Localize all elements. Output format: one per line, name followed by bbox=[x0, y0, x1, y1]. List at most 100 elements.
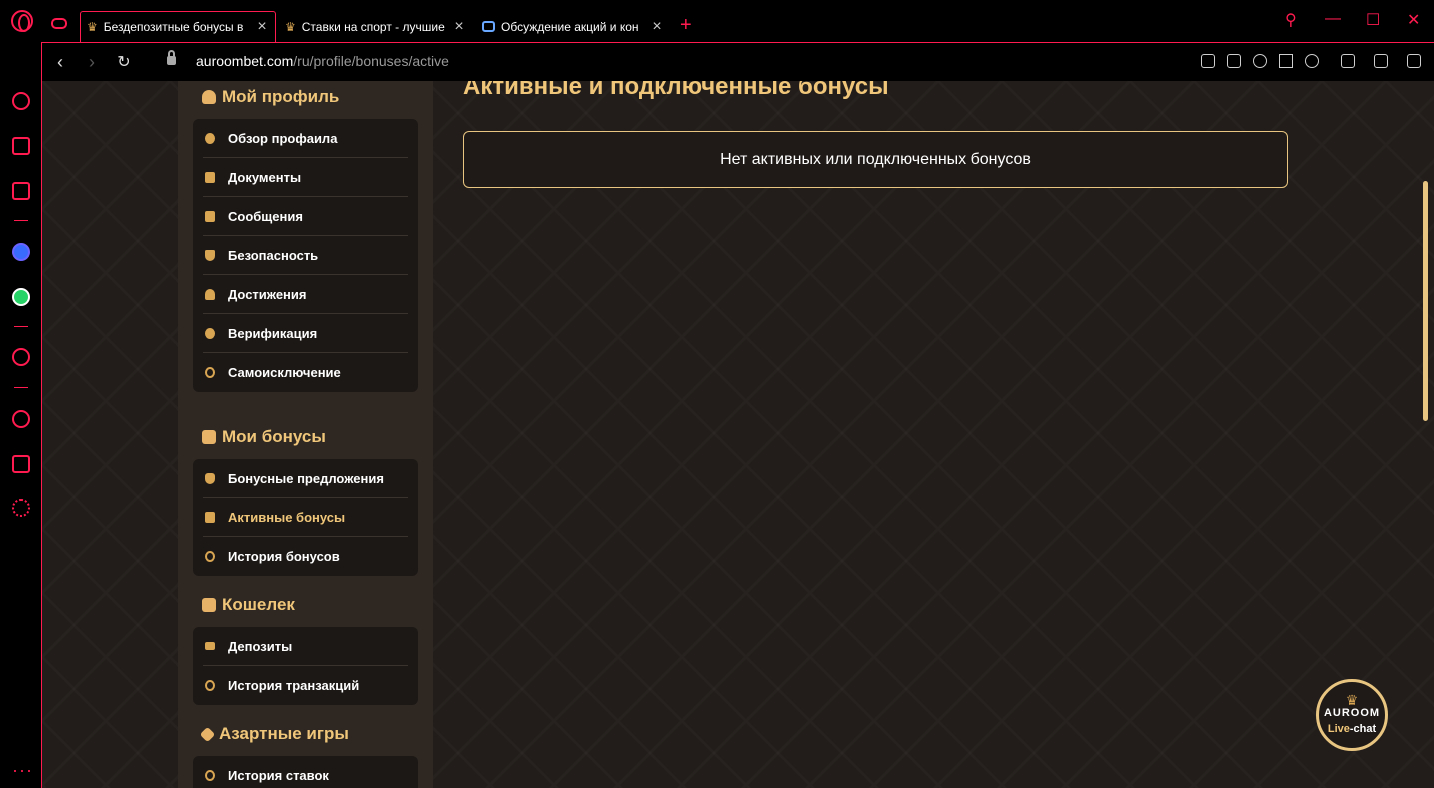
scrollbar-thumb[interactable] bbox=[1423, 181, 1428, 421]
bag-icon[interactable] bbox=[12, 137, 30, 155]
bonuses-section-title: Мои бонусы bbox=[202, 427, 326, 447]
message-icon bbox=[205, 210, 215, 222]
player-icon[interactable] bbox=[12, 348, 30, 366]
heart-icon[interactable] bbox=[1305, 54, 1319, 68]
menu-item-bonus-offers[interactable]: Бонусные предложения bbox=[203, 459, 408, 498]
menu-item-label: Самоисключение bbox=[228, 365, 341, 380]
verification-icon bbox=[205, 327, 215, 339]
tab-sport[interactable]: ♛ Ставки на спорт - лучшие × bbox=[279, 11, 472, 42]
edit-icon[interactable] bbox=[1201, 54, 1215, 68]
shield-icon bbox=[205, 249, 215, 261]
reload-button[interactable]: ↻ bbox=[114, 52, 134, 72]
menu-item-label: Сообщения bbox=[228, 208, 303, 224]
user-icon bbox=[202, 90, 216, 104]
url-host: auroombet.com bbox=[196, 53, 294, 69]
box-icon[interactable] bbox=[1341, 54, 1355, 68]
menu-item-profile-overview[interactable]: Обзор профаила bbox=[203, 119, 408, 158]
menu-item-label: Безопасность bbox=[228, 247, 319, 263]
menu-item-transaction-history[interactable]: История транзакций bbox=[203, 666, 408, 705]
chat-icon bbox=[482, 21, 495, 32]
money-bag-icon bbox=[205, 472, 215, 484]
empty-state-message: Нет активных или подключенных бонусов bbox=[720, 150, 1031, 168]
menu-item-label: Документы bbox=[228, 169, 302, 185]
messenger-icon[interactable] bbox=[12, 243, 30, 261]
live-chat-button[interactable]: ♛ AUROOM Live-chat bbox=[1316, 679, 1388, 751]
history-icon[interactable] bbox=[12, 410, 30, 428]
new-tab-button[interactable]: + bbox=[680, 14, 692, 37]
chat-label: -chat bbox=[1349, 723, 1377, 735]
menu-item-active-bonuses[interactable]: Активные бонусы bbox=[203, 498, 408, 537]
sidebar-divider bbox=[14, 387, 28, 388]
menu-item-deposits[interactable]: Депозиты bbox=[203, 627, 408, 666]
adblock-icon[interactable] bbox=[1253, 54, 1267, 68]
menu-item-label: Верификация bbox=[228, 325, 318, 341]
games-menu: История ставок bbox=[193, 756, 418, 788]
menu-item-label: Депозиты bbox=[228, 638, 293, 654]
address-bar: ‹ › ↻ auroombet.com/ru/profile/bonuses/a… bbox=[42, 42, 1434, 81]
camera-icon[interactable] bbox=[1227, 54, 1241, 68]
menu-item-messages[interactable]: Сообщения bbox=[203, 197, 408, 236]
section-title-text: Азартные игры bbox=[219, 724, 349, 743]
close-tab-icon[interactable]: × bbox=[452, 18, 466, 36]
gift-icon bbox=[202, 430, 216, 444]
menu-item-label: Бонусные предложения bbox=[228, 470, 384, 486]
cube-icon[interactable] bbox=[12, 455, 30, 473]
empty-state-box: Нет активных или подключенных бонусов bbox=[463, 131, 1288, 188]
menu-item-security[interactable]: Безопасность bbox=[203, 236, 408, 275]
crown-icon: ♛ bbox=[285, 19, 296, 34]
browser-sidebar: ··· bbox=[0, 42, 42, 788]
close-tab-icon[interactable]: × bbox=[650, 18, 664, 36]
close-tab-icon[interactable]: × bbox=[255, 18, 269, 36]
minimize-button[interactable]: — bbox=[1325, 10, 1341, 28]
tab-bonuses[interactable]: ♛ Бездепозитные бонусы в × bbox=[80, 11, 276, 42]
menu-item-label: Достижения bbox=[228, 286, 307, 302]
back-button[interactable]: ‹ bbox=[50, 52, 70, 73]
maximize-button[interactable]: ☐ bbox=[1366, 10, 1380, 30]
twitch-icon[interactable] bbox=[12, 182, 30, 200]
menu-icon[interactable] bbox=[1407, 54, 1421, 68]
close-window-button[interactable]: ✕ bbox=[1407, 10, 1420, 30]
tab-title: Бездепозитные бонусы в bbox=[103, 20, 244, 34]
page-viewport: Мой профиль Обзор профаила Документы Соо… bbox=[42, 81, 1434, 788]
tab-discussion[interactable]: Обсуждение акций и кон × bbox=[476, 11, 670, 42]
menu-item-self-exclusion[interactable]: Самоисключение bbox=[203, 353, 408, 392]
download-icon[interactable] bbox=[1374, 54, 1388, 68]
card-icon bbox=[205, 642, 215, 650]
menu-item-label: Обзор профаила bbox=[228, 130, 338, 146]
history-icon bbox=[205, 680, 215, 691]
speed-dial-icon[interactable] bbox=[12, 92, 30, 110]
gamepad-icon[interactable] bbox=[51, 18, 67, 29]
section-title-text: Кошелек bbox=[222, 595, 295, 614]
bonuses-menu: Бонусные предложения Активные бонусы Ист… bbox=[193, 459, 418, 576]
wallet-icon bbox=[202, 598, 216, 612]
trophy-icon bbox=[205, 288, 215, 300]
menu-item-verification[interactable]: Верификация bbox=[203, 314, 408, 353]
wallet-section-title: Кошелек bbox=[202, 595, 295, 615]
clubs-icon bbox=[199, 726, 216, 742]
url-field[interactable]: auroombet.com/ru/profile/bonuses/active bbox=[196, 53, 449, 69]
crown-icon: ♛ bbox=[1345, 692, 1359, 708]
block-icon bbox=[205, 367, 215, 378]
search-tabs-icon[interactable]: ⚲ bbox=[1285, 10, 1297, 30]
opera-menu-icon[interactable] bbox=[11, 10, 33, 32]
more-icon[interactable]: ··· bbox=[12, 760, 33, 781]
menu-item-bet-history[interactable]: История ставок bbox=[203, 756, 408, 788]
history-icon bbox=[205, 551, 215, 562]
history-icon bbox=[205, 770, 215, 781]
menu-item-bonus-history[interactable]: История бонусов bbox=[203, 537, 408, 576]
sidebar-divider bbox=[14, 326, 28, 327]
url-path: /ru/profile/bonuses/active bbox=[293, 53, 449, 69]
menu-item-label: Активные бонусы bbox=[228, 509, 346, 525]
profile-section-title: Мой профиль bbox=[202, 87, 339, 107]
tab-bar: ♛ Бездепозитные бонусы в × ♛ Ставки на с… bbox=[0, 0, 1434, 42]
menu-item-achievements[interactable]: Достижения bbox=[203, 275, 408, 314]
send-icon[interactable] bbox=[1279, 54, 1293, 68]
settings-icon[interactable] bbox=[12, 499, 30, 517]
whatsapp-icon[interactable] bbox=[12, 288, 30, 306]
menu-item-documents[interactable]: Документы bbox=[203, 158, 408, 197]
crown-icon: ♛ bbox=[87, 20, 98, 34]
tab-title: Обсуждение акций и кон bbox=[501, 19, 639, 34]
forward-button[interactable]: › bbox=[82, 52, 102, 73]
lock-icon[interactable] bbox=[167, 50, 176, 65]
page-title: Активные и подключенные бонусы bbox=[463, 81, 889, 100]
